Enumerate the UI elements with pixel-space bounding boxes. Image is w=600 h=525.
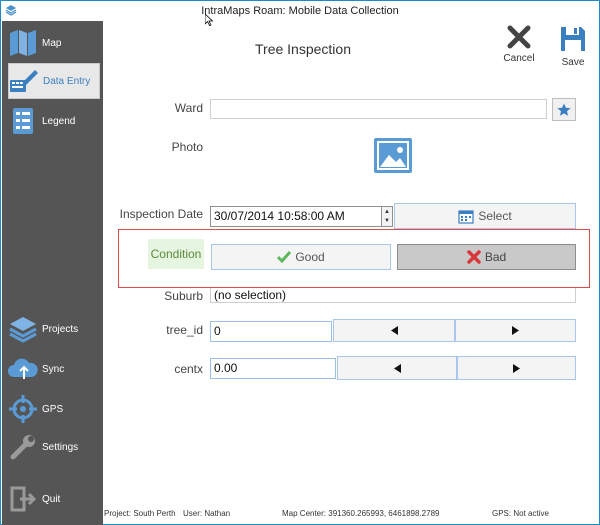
suburb-dropdown[interactable]: (no selection) bbox=[210, 288, 576, 303]
cancel-button[interactable]: Cancel bbox=[499, 25, 539, 73]
gps-icon bbox=[8, 394, 38, 424]
quit-icon bbox=[8, 484, 38, 514]
sidebar-item-gps[interactable]: GPS bbox=[8, 391, 100, 427]
save-icon bbox=[561, 27, 585, 51]
photo-label: Photo bbox=[171, 140, 203, 154]
sidebar-item-label: GPS bbox=[42, 403, 64, 415]
sidebar-item-label: Settings bbox=[42, 441, 79, 453]
triangle-right-icon bbox=[513, 363, 520, 373]
triangle-left-icon bbox=[393, 363, 401, 373]
legend-icon bbox=[8, 106, 38, 136]
app-window: IntraMaps Roam: Mobile Data Collection M… bbox=[0, 0, 600, 525]
sidebar-item-quit[interactable]: Quit bbox=[8, 481, 100, 517]
star-icon bbox=[557, 103, 571, 116]
sidebar-item-label: Quit bbox=[42, 493, 61, 505]
bad-button[interactable]: Bad bbox=[397, 244, 576, 270]
ward-label: Ward bbox=[174, 101, 203, 115]
close-icon bbox=[507, 25, 531, 49]
save-label: Save bbox=[561, 57, 585, 68]
settings-icon bbox=[8, 432, 38, 462]
inspection-date-field[interactable]: 30/07/2014 10:58:00 AM bbox=[210, 206, 382, 227]
sidebar-item-label: Projects bbox=[42, 323, 79, 335]
centx-increment-button[interactable] bbox=[457, 356, 576, 380]
sidebar-item-label: Data Entry bbox=[43, 75, 91, 87]
status-project: Project: South Perth bbox=[104, 509, 176, 518]
sidebar-item-sync[interactable]: Sync bbox=[8, 351, 100, 387]
tree-id-label: tree_id bbox=[166, 323, 203, 337]
good-label: Good bbox=[295, 250, 325, 264]
select-label: Select bbox=[478, 209, 512, 223]
calendar-icon bbox=[458, 209, 474, 224]
centx-field[interactable]: 0.00 bbox=[210, 358, 336, 379]
map-icon bbox=[8, 28, 38, 58]
sidebar-item-label: Sync bbox=[42, 363, 65, 375]
date-spinner[interactable]: ▲ ▼ bbox=[382, 206, 393, 227]
sync-icon bbox=[8, 354, 38, 384]
tree-id-decrement-button[interactable] bbox=[333, 319, 455, 342]
save-button[interactable]: Save bbox=[553, 25, 593, 73]
checkmark-icon bbox=[277, 251, 292, 263]
status-bar: Project: South Perth User: Nathan Map Ce… bbox=[103, 507, 599, 525]
suburb-label: Suburb bbox=[164, 289, 203, 303]
triangle-right-icon bbox=[512, 326, 519, 335]
projects-icon bbox=[8, 314, 38, 344]
tree-id-increment-button[interactable] bbox=[455, 319, 576, 342]
spin-down-icon[interactable]: ▼ bbox=[382, 217, 392, 226]
status-map-center: Map Center: 391360.265993, 6461898.2789 bbox=[282, 509, 440, 518]
sidebar-item-label: Legend bbox=[42, 115, 76, 127]
title-bar: IntraMaps Roam: Mobile Data Collection bbox=[1, 1, 599, 21]
favorite-button[interactable] bbox=[552, 98, 576, 121]
sidebar: Map Data Entry Legend Projects Sync GPS … bbox=[2, 21, 103, 525]
sidebar-item-label: Map bbox=[42, 37, 62, 49]
cancel-label: Cancel bbox=[503, 53, 535, 64]
window-title: IntraMaps Roam: Mobile Data Collection bbox=[201, 5, 399, 17]
centx-decrement-button[interactable] bbox=[337, 356, 457, 380]
cross-icon bbox=[467, 250, 481, 264]
centx-label: centx bbox=[174, 362, 203, 376]
triangle-left-icon bbox=[390, 326, 398, 335]
spin-up-icon[interactable]: ▲ bbox=[382, 207, 392, 217]
status-gps: GPS: Not active bbox=[492, 509, 549, 518]
select-date-button[interactable]: Select bbox=[394, 203, 576, 229]
condition-label: Condition bbox=[148, 239, 204, 269]
sidebar-item-legend[interactable]: Legend bbox=[8, 103, 100, 139]
inspection-date-label: Inspection Date bbox=[119, 207, 203, 221]
sidebar-item-data-entry[interactable]: Data Entry bbox=[8, 63, 100, 99]
good-button[interactable]: Good bbox=[211, 244, 391, 270]
bad-label: Bad bbox=[484, 250, 507, 264]
sidebar-item-projects[interactable]: Projects bbox=[8, 311, 100, 347]
tree-id-field[interactable]: 0 bbox=[210, 321, 332, 342]
mouse-cursor-icon bbox=[205, 14, 213, 26]
photo-picker-button[interactable] bbox=[374, 138, 412, 173]
sidebar-item-settings[interactable]: Settings bbox=[8, 429, 100, 465]
image-icon bbox=[377, 141, 409, 170]
sidebar-item-map[interactable]: Map bbox=[8, 25, 100, 61]
status-user: User: Nathan bbox=[183, 509, 231, 518]
page-title: Tree Inspection bbox=[255, 41, 351, 57]
ward-field[interactable] bbox=[210, 99, 547, 119]
data-entry-icon bbox=[9, 66, 39, 96]
